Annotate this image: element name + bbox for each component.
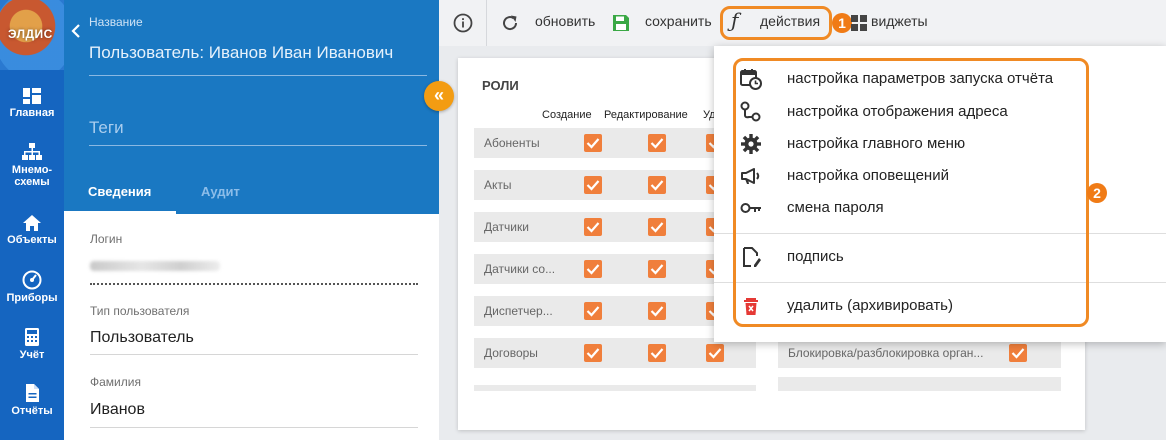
save-button[interactable]: сохранить [645,13,712,29]
nav-item-devices[interactable]: Приборы [0,270,64,304]
callout-badge-1: 1 [832,13,852,33]
login-underline [90,283,418,285]
role-label: Датчики [484,220,529,234]
refresh-button[interactable]: обновить [535,13,595,29]
name-underline [89,75,427,76]
calculator-icon [25,328,39,346]
active-tab-indicator [64,211,176,214]
double-chevron-left-icon: « [433,85,444,105]
checkbox[interactable] [706,344,724,362]
nav-item-objects[interactable]: Объекты [0,214,64,246]
checkmark-icon [586,138,600,149]
checkbox[interactable] [584,302,602,320]
checkbox[interactable] [584,260,602,278]
role-label: Договоры [484,346,538,360]
tab-details[interactable]: Сведения [88,184,151,199]
checkmark-icon [586,348,600,359]
login-caption: Логин [90,232,123,246]
user-type-field[interactable]: Пользователь [90,329,194,347]
nav-label-home: Главная [9,107,55,119]
gauge-icon [22,270,42,290]
role-label: Датчики со... [484,262,556,276]
role-label: Абоненты [484,136,540,150]
checkbox[interactable] [648,176,666,194]
nav-item-home[interactable]: Главная [0,87,64,119]
checkmark-icon [586,264,600,275]
nav-item-mnemo[interactable]: Мнемо- схемы [0,142,64,188]
checkmark-icon [708,348,722,359]
role-row: Договоры [474,338,756,368]
nav-label-objects: Объекты [7,234,57,246]
checkbox[interactable] [648,302,666,320]
roles-title: РОЛИ [482,78,519,93]
login-value-redacted [90,261,220,271]
user-type-underline [90,354,418,355]
tab-audit[interactable]: Аудит [201,184,240,199]
toolbar: обновить сохранить ƒ действия 1 виджеты [439,0,1166,46]
lastname-caption: Фамилия [90,375,141,389]
widgets-icon[interactable] [851,15,867,31]
checkbox[interactable] [584,176,602,194]
checkmark-icon [1011,348,1025,359]
name-field[interactable]: Пользователь: Иванов Иван Иванович [89,43,393,63]
nav-label-reports: Отчёты [11,405,53,417]
widgets-button[interactable]: виджеты [871,13,928,29]
detail-header: Название Пользователь: Иванов Иван Ивано… [64,0,439,214]
checkmark-icon [650,348,664,359]
checkbox[interactable] [1009,344,1027,362]
save-icon[interactable] [612,14,630,32]
right-role-row: Блокировка/разблокировка орган... [778,338,1061,368]
collapse-panel-button[interactable]: « [424,81,454,111]
nav-label-mnemo: Мнемо- схемы [11,164,53,188]
checkmark-icon [650,264,664,275]
lastname-underline [90,427,418,428]
checkbox[interactable] [584,134,602,152]
checkbox[interactable] [648,218,666,236]
checkmark-icon [650,222,664,233]
lastname-field[interactable]: Иванов [90,401,145,419]
nav-item-metering[interactable]: Учёт [0,327,64,361]
hierarchy-icon [22,143,42,160]
role-label: Акты [484,178,512,192]
right-role-label: Блокировка/разблокировка орган... [788,346,984,360]
user-type-caption: Тип пользователя [90,304,190,318]
tags-underline [89,145,427,146]
role-row-partial [474,385,756,391]
checkbox[interactable] [584,218,602,236]
checkmark-icon [586,222,600,233]
checkmark-icon [586,306,600,317]
main-nav: ЭЛДИС Главная Мнемо- схемы Объекты Прибо… [0,0,64,440]
nav-label-metering: Учёт [19,349,45,361]
menu-highlight [733,58,1089,327]
checkbox[interactable] [584,344,602,362]
checkbox[interactable] [648,134,666,152]
callout-badge-2: 2 [1087,183,1107,203]
checkbox[interactable] [648,260,666,278]
checkmark-icon [650,180,664,191]
home-icon [23,215,41,231]
logo-text: ЭЛДИС [8,27,53,41]
document-icon [26,384,39,402]
checkbox[interactable] [648,344,666,362]
logo[interactable]: ЭЛДИС [0,0,64,70]
refresh-icon[interactable] [501,14,519,32]
actions-highlight [720,6,832,40]
name-caption: Название [89,15,143,29]
toolbar-separator [486,0,487,46]
checkmark-icon [650,138,664,149]
nav-label-devices: Приборы [6,292,58,304]
right-role-row-partial [778,377,1061,391]
tags-input[interactable]: Теги [89,118,124,138]
col-header-edit: Редактирование [604,109,688,121]
info-icon[interactable] [453,13,473,33]
user-detail-panel: Название Пользователь: Иванов Иван Ивано… [64,0,439,440]
role-label: Диспетчер... [484,304,553,318]
checkmark-icon [650,306,664,317]
nav-item-reports[interactable]: Отчёты [0,383,64,417]
checkmark-icon [586,180,600,191]
back-chevron-icon[interactable] [71,24,81,38]
col-header-create: Создание [542,109,592,121]
dashboard-icon [23,88,41,104]
